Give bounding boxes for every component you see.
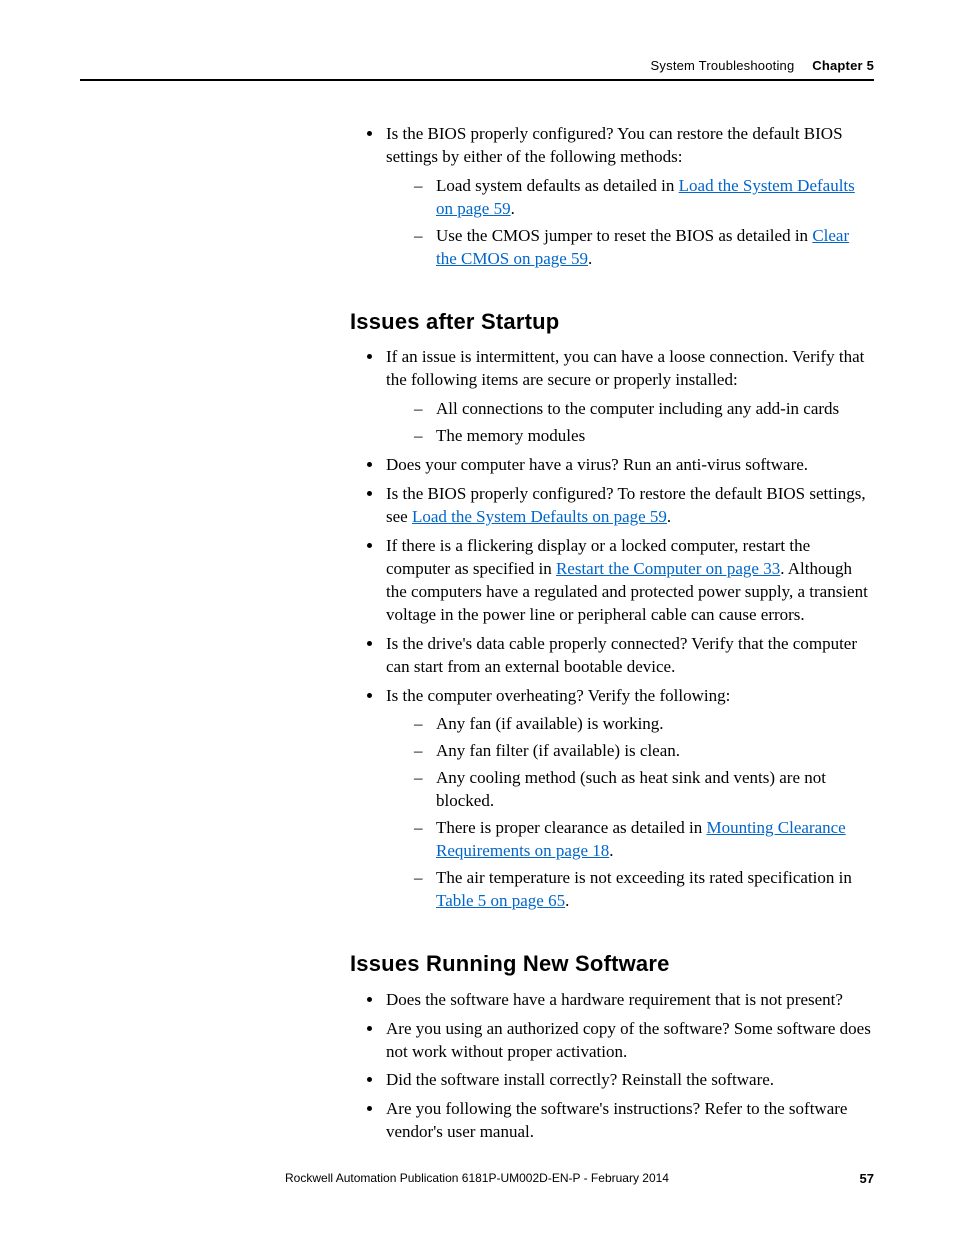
list-item: Does your computer have a virus? Run an … bbox=[384, 454, 874, 477]
body-text: Is the drive's data cable properly conne… bbox=[386, 634, 857, 676]
body-text: Does the software have a hardware requir… bbox=[386, 990, 843, 1009]
page: System Troubleshooting Chapter 5 Is the … bbox=[0, 0, 954, 1235]
list-item: If there is a flickering display or a lo… bbox=[384, 535, 874, 627]
body-text: The air temperature is not exceeding its… bbox=[436, 868, 852, 887]
body-text: . bbox=[667, 507, 671, 526]
body-text: Is the BIOS properly configured? You can… bbox=[386, 124, 843, 166]
list-item: Is the BIOS properly configured? You can… bbox=[384, 123, 874, 271]
heading-issues-after-startup: Issues after Startup bbox=[350, 307, 874, 337]
list-item: Does the software have a hardware requir… bbox=[384, 989, 874, 1012]
heading-issues-new-software: Issues Running New Software bbox=[350, 949, 874, 979]
body-text: . bbox=[609, 841, 613, 860]
startup-list: If an issue is intermittent, you can hav… bbox=[350, 346, 874, 913]
list-item: The memory modules bbox=[414, 425, 874, 448]
content-column: Is the BIOS properly configured? You can… bbox=[350, 81, 874, 1144]
body-text: Does your computer have a virus? Run an … bbox=[386, 455, 808, 474]
body-text: All connections to the computer includin… bbox=[436, 399, 839, 418]
body-text: Load system defaults as detailed in bbox=[436, 176, 679, 195]
body-text: The memory modules bbox=[436, 426, 585, 445]
intro-list: Is the BIOS properly configured? You can… bbox=[350, 123, 874, 271]
body-text: . bbox=[511, 199, 515, 218]
link-restart-computer[interactable]: Restart the Computer on page 33 bbox=[556, 559, 780, 578]
list-item: Any fan filter (if available) is clean. bbox=[414, 740, 874, 763]
body-text: Any cooling method (such as heat sink an… bbox=[436, 768, 826, 810]
list-item: The air temperature is not exceeding its… bbox=[414, 867, 874, 913]
intro-sublist: Load system defaults as detailed in Load… bbox=[386, 175, 874, 271]
list-item: If an issue is intermittent, you can hav… bbox=[384, 346, 874, 448]
body-text: . bbox=[588, 249, 592, 268]
body-text: Did the software install correctly? Rein… bbox=[386, 1070, 774, 1089]
body-text: Are you using an authorized copy of the … bbox=[386, 1019, 871, 1061]
list-item: Is the drive's data cable properly conne… bbox=[384, 633, 874, 679]
list-item: Is the BIOS properly configured? To rest… bbox=[384, 483, 874, 529]
list-item: Are you using an authorized copy of the … bbox=[384, 1018, 874, 1064]
list-item: Use the CMOS jumper to reset the BIOS as… bbox=[414, 225, 874, 271]
body-text: . bbox=[565, 891, 569, 910]
header-chapter: Chapter 5 bbox=[812, 58, 874, 73]
page-footer: Rockwell Automation Publication 6181P-UM… bbox=[80, 1171, 874, 1185]
list-item: Load system defaults as detailed in Load… bbox=[414, 175, 874, 221]
body-text: If an issue is intermittent, you can hav… bbox=[386, 347, 864, 389]
footer-page-number: 57 bbox=[860, 1171, 874, 1186]
list-item: Any cooling method (such as heat sink an… bbox=[414, 767, 874, 813]
link-load-system-defaults-2[interactable]: Load the System Defaults on page 59 bbox=[412, 507, 667, 526]
list-item: Any fan (if available) is working. bbox=[414, 713, 874, 736]
list-item: There is proper clearance as detailed in… bbox=[414, 817, 874, 863]
body-text: Is the computer overheating? Verify the … bbox=[386, 686, 730, 705]
header-section: System Troubleshooting bbox=[651, 58, 795, 73]
startup-b1-sublist: All connections to the computer includin… bbox=[386, 398, 874, 448]
footer-pubinfo: Rockwell Automation Publication 6181P-UM… bbox=[285, 1171, 669, 1185]
list-item: All connections to the computer includin… bbox=[414, 398, 874, 421]
list-item: Is the computer overheating? Verify the … bbox=[384, 685, 874, 913]
running-header: System Troubleshooting Chapter 5 bbox=[80, 58, 874, 73]
body-text: Use the CMOS jumper to reset the BIOS as… bbox=[436, 226, 812, 245]
body-text: Are you following the software's instruc… bbox=[386, 1099, 847, 1141]
list-item: Did the software install correctly? Rein… bbox=[384, 1069, 874, 1092]
startup-b6-sublist: Any fan (if available) is working. Any f… bbox=[386, 713, 874, 913]
body-text: There is proper clearance as detailed in bbox=[436, 818, 706, 837]
body-text: Any fan filter (if available) is clean. bbox=[436, 741, 680, 760]
body-text: Any fan (if available) is working. bbox=[436, 714, 664, 733]
software-list: Does the software have a hardware requir… bbox=[350, 989, 874, 1145]
list-item: Are you following the software's instruc… bbox=[384, 1098, 874, 1144]
link-table-5[interactable]: Table 5 on page 65 bbox=[436, 891, 565, 910]
